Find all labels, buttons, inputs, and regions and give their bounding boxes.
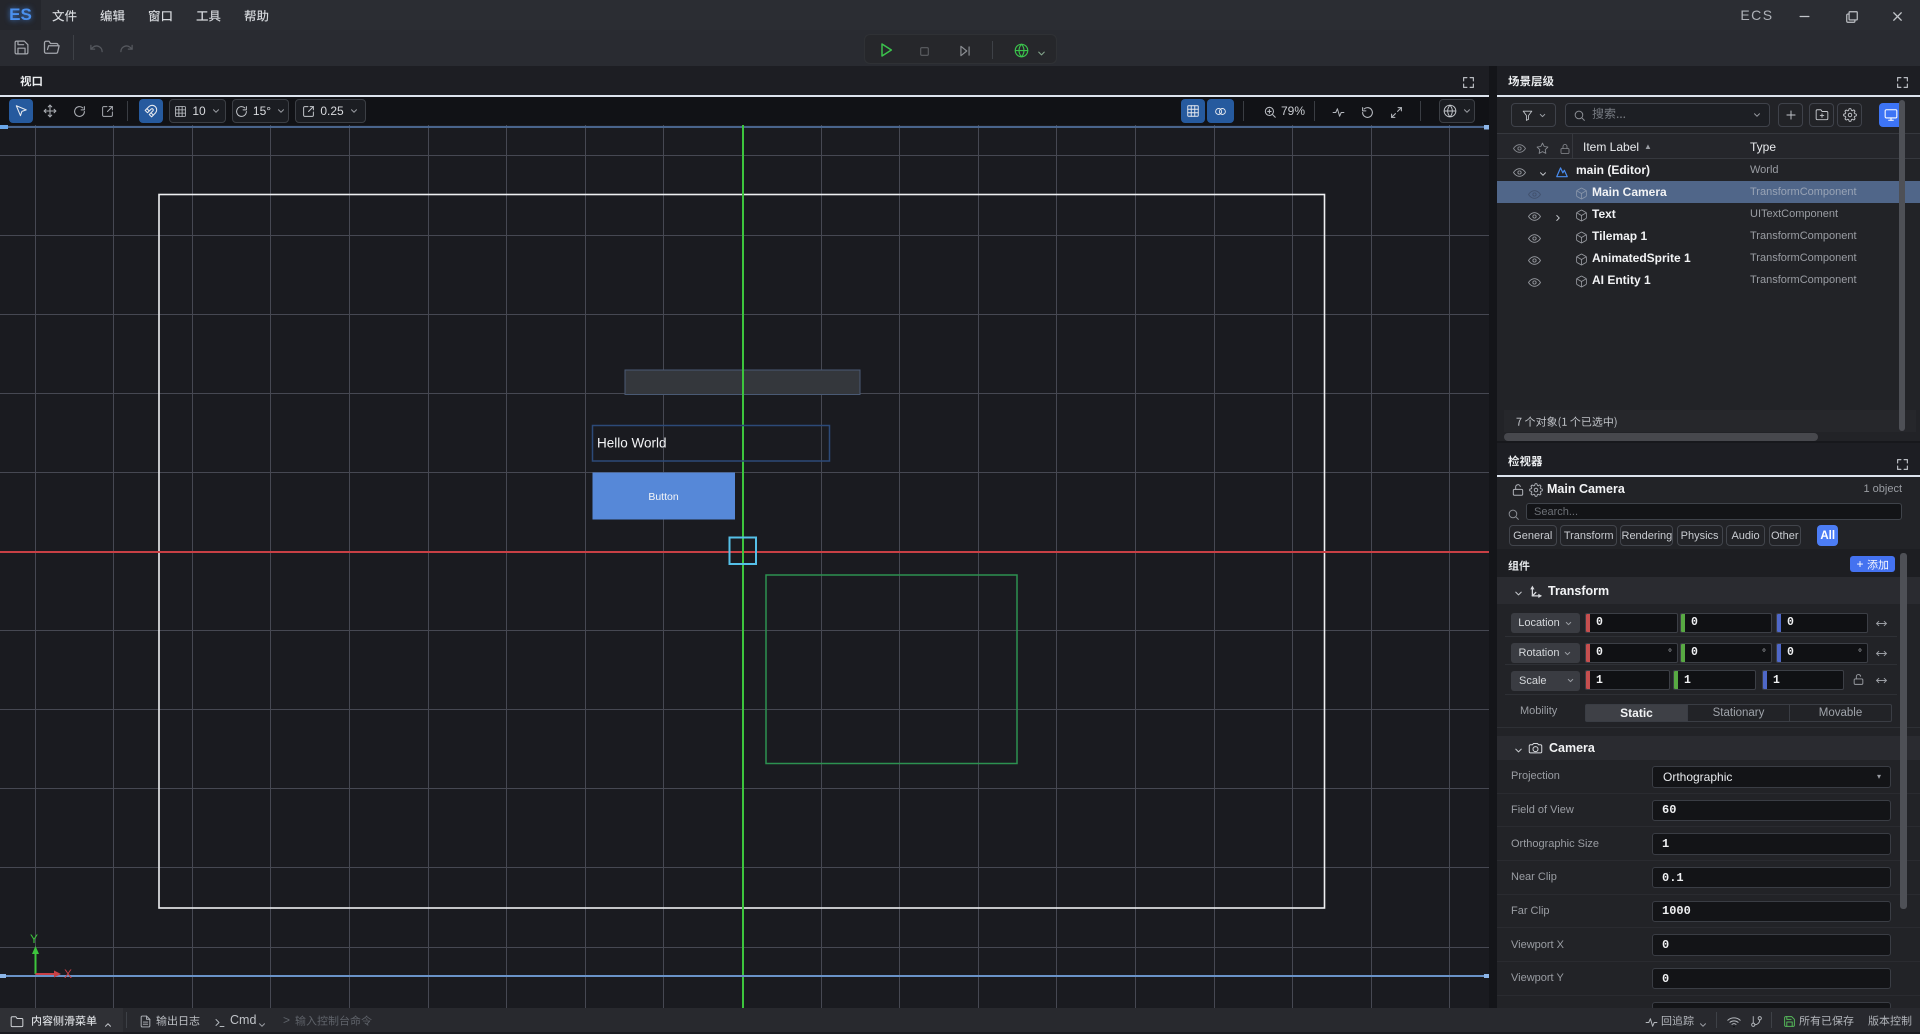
svg-text:Button: Button bbox=[648, 491, 679, 503]
svg-text:X: X bbox=[64, 967, 72, 981]
svg-text:Y: Y bbox=[30, 932, 38, 946]
svg-text:Hello World: Hello World bbox=[597, 436, 667, 451]
